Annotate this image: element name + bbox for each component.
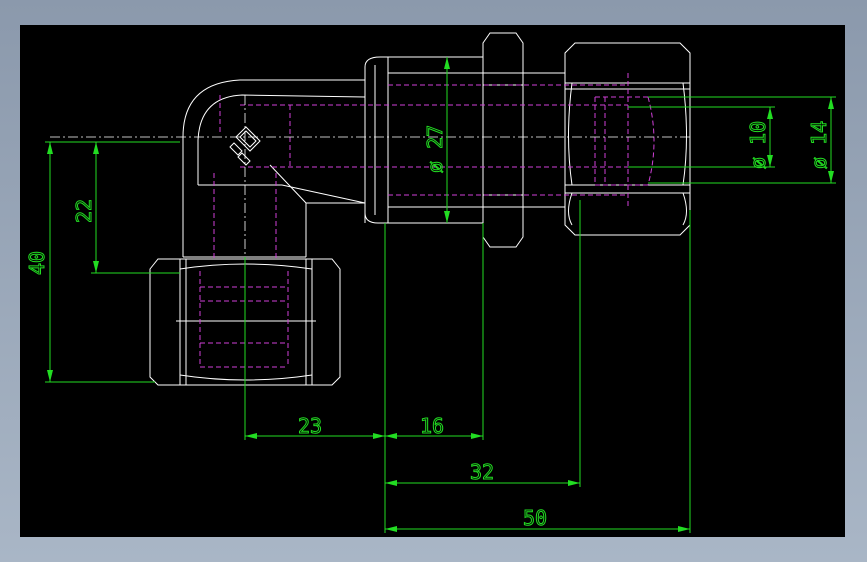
dim-32-label: 32 (470, 460, 494, 484)
cad-viewport[interactable]: 23 16 32 50 40 22 ø 27 ø 10 ø 14 (20, 25, 845, 537)
hex-nut-middle (482, 32, 565, 248)
dimension-labels: 23 16 32 50 40 22 ø 27 ø 10 ø 14 (25, 120, 832, 530)
elbow-body (182, 56, 389, 258)
dim-dia14-label: ø 14 (807, 121, 831, 169)
drawing-canvas: 23 16 32 50 40 22 ø 27 ø 10 ø 14 (25, 32, 836, 533)
dim-dia27-label: ø 27 (423, 125, 447, 173)
dim-dia10-label: ø 10 (746, 121, 770, 169)
dim-23-label: 23 (298, 414, 322, 438)
dim-50-label: 50 (523, 506, 547, 530)
center-lines (50, 95, 692, 435)
dim-40-label: 40 (25, 251, 49, 275)
dim-22-label: 22 (72, 199, 96, 223)
hidden-lines (199, 73, 655, 368)
dim-16-label: 16 (420, 414, 444, 438)
